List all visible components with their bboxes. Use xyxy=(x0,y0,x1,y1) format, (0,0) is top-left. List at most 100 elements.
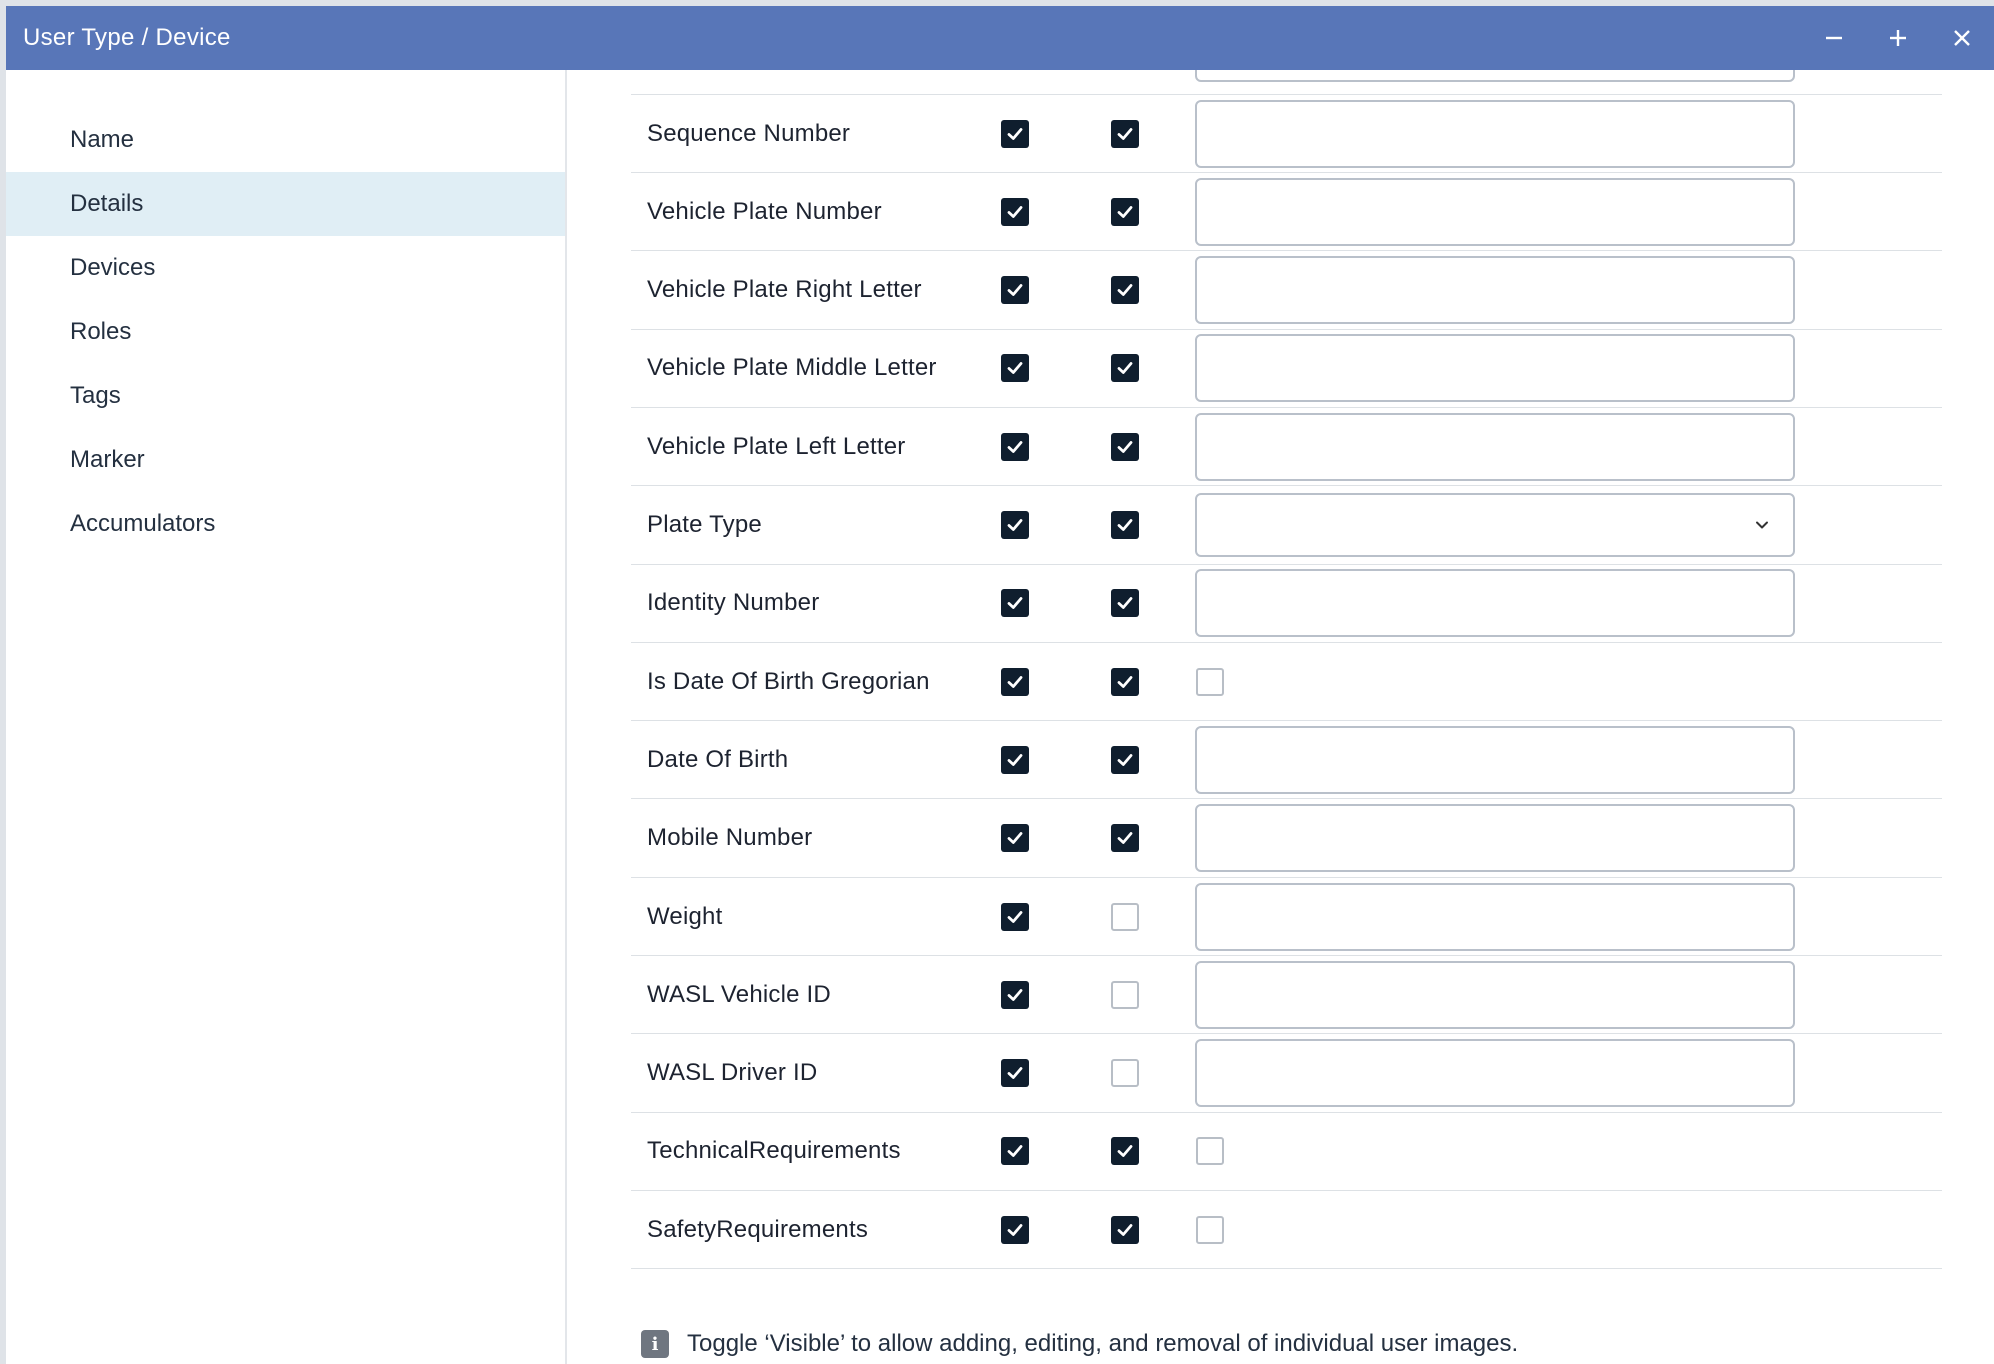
visible-checkbox[interactable] xyxy=(1001,197,1029,226)
window-controls xyxy=(1802,6,1994,70)
editable-checkbox[interactable] xyxy=(1111,824,1139,853)
text-input[interactable] xyxy=(1195,412,1795,481)
field-label: Weight xyxy=(647,902,723,930)
field-label: Sequence Number xyxy=(647,119,851,147)
close-icon xyxy=(1954,30,1970,46)
editable-checkbox[interactable] xyxy=(1111,432,1139,461)
visible-checkbox[interactable] xyxy=(1001,119,1029,148)
sidebar-item-name[interactable]: Name xyxy=(6,108,565,172)
close-button[interactable] xyxy=(1930,6,1994,70)
sidebar-item-roles[interactable]: Roles xyxy=(6,300,565,364)
text-input[interactable] xyxy=(1195,256,1795,325)
minus-icon xyxy=(1826,36,1842,40)
sidebar-item-label: Tags xyxy=(70,382,121,409)
visible-checkbox[interactable] xyxy=(1001,902,1029,931)
field-label: Identity Number xyxy=(647,589,820,617)
editable-checkbox[interactable] xyxy=(1111,511,1139,539)
text-input[interactable] xyxy=(1195,99,1795,168)
text-input[interactable] xyxy=(1195,725,1795,794)
visible-checkbox[interactable] xyxy=(1001,1215,1029,1244)
sidebar-item-label: Name xyxy=(70,126,135,153)
text-input[interactable] xyxy=(1195,882,1795,951)
table-row: Vehicle Plate Number xyxy=(631,173,1942,252)
visible-checkbox[interactable] xyxy=(1001,824,1029,853)
sidebar-item-label: Accumulators xyxy=(70,510,216,537)
field-label: Date Of Birth xyxy=(647,745,789,773)
sidebar-item-details[interactable]: Details xyxy=(6,172,565,236)
text-input[interactable] xyxy=(1195,334,1795,403)
editable-checkbox[interactable] xyxy=(1111,197,1139,226)
table-row: Mobile Number xyxy=(631,800,1942,878)
table-row: Vehicle Plate Middle Letter xyxy=(631,330,1942,408)
sidebar-item-accumulators[interactable]: Accumulators xyxy=(6,492,565,556)
field-label: WASL Vehicle ID xyxy=(647,980,831,1008)
table-row: WASL Driver ID xyxy=(631,1035,1942,1113)
visible-checkbox[interactable] xyxy=(1001,980,1029,1009)
table-row: Vehicle Plate Right Letter xyxy=(631,252,1942,330)
sidebar-item-label: Roles xyxy=(70,318,132,345)
minimize-button[interactable] xyxy=(1802,6,1866,70)
partial-input-field[interactable] xyxy=(1195,70,1795,82)
text-input[interactable] xyxy=(1195,960,1795,1029)
editable-checkbox[interactable] xyxy=(1111,1215,1139,1244)
editable-checkbox[interactable] xyxy=(1111,745,1139,774)
field-label: Vehicle Plate Number xyxy=(647,197,882,225)
value-checkbox[interactable] xyxy=(1196,667,1224,696)
sidebar-nav: Name Details Devices Roles Tags Marker Accumul… xyxy=(6,70,567,1364)
window-title: User Type / Device xyxy=(23,24,231,51)
sidebar-item-marker[interactable]: Marker xyxy=(6,428,565,492)
text-input[interactable] xyxy=(1195,177,1795,246)
sidebar-nav-list: Name Details Devices Roles Tags Marker Accumul… xyxy=(6,70,565,556)
editable-checkbox[interactable] xyxy=(1111,1137,1139,1166)
visible-checkbox[interactable] xyxy=(1001,276,1029,305)
field-label: TechnicalRequirements xyxy=(647,1137,901,1165)
sidebar-item-tags[interactable]: Tags xyxy=(6,364,565,428)
user-type-device-dialog: User Type / Device Name Details Devices Rol… xyxy=(6,6,1994,1364)
value-checkbox[interactable] xyxy=(1196,1137,1224,1166)
visible-checkbox[interactable] xyxy=(1001,667,1029,696)
editable-checkbox[interactable] xyxy=(1111,354,1139,383)
field-label: Mobile Number xyxy=(647,824,813,852)
visible-checkbox[interactable] xyxy=(1001,432,1029,461)
table-row: Sequence Number xyxy=(631,95,1942,173)
field-label: Is Date Of Birth Gregorian xyxy=(647,667,930,695)
editable-checkbox[interactable] xyxy=(1111,667,1139,696)
editable-checkbox[interactable] xyxy=(1111,276,1139,305)
chevron-down-icon xyxy=(1756,521,1768,529)
editable-checkbox[interactable] xyxy=(1111,980,1139,1009)
editable-checkbox[interactable] xyxy=(1111,589,1139,618)
table-row: SafetyRequirements xyxy=(631,1191,1942,1270)
text-input[interactable] xyxy=(1195,804,1795,873)
value-checkbox[interactable] xyxy=(1196,1215,1224,1244)
sidebar-item-label: Marker xyxy=(70,446,145,473)
details-panel: Sequence Number Vehicle Plate Number Vehic… xyxy=(569,70,1994,1364)
plus-icon xyxy=(1890,30,1906,46)
info-icon: i xyxy=(641,1330,669,1358)
editable-checkbox[interactable] xyxy=(1111,902,1139,931)
table-row: WASL Vehicle ID xyxy=(631,956,1942,1035)
field-label: Plate Type xyxy=(647,511,762,538)
field-label: Vehicle Plate Right Letter xyxy=(647,276,922,304)
table-row: TechnicalRequirements xyxy=(631,1113,1942,1191)
editable-checkbox[interactable] xyxy=(1111,119,1139,148)
table-row: Plate Type xyxy=(631,487,1942,565)
visible-checkbox[interactable] xyxy=(1001,1059,1029,1088)
sidebar-item-label: Devices xyxy=(70,254,156,281)
visible-checkbox[interactable] xyxy=(1001,1137,1029,1166)
visible-checkbox[interactable] xyxy=(1001,354,1029,383)
sidebar-item-label: Details xyxy=(70,190,144,217)
visible-checkbox[interactable] xyxy=(1001,745,1029,774)
editable-checkbox[interactable] xyxy=(1111,1059,1139,1088)
field-label: WASL Driver ID xyxy=(647,1059,818,1087)
text-input[interactable] xyxy=(1195,569,1795,638)
sidebar-item-devices[interactable]: Devices xyxy=(6,236,565,300)
select-field[interactable] xyxy=(1195,493,1795,557)
title-bar[interactable]: User Type / Device xyxy=(6,6,1994,70)
field-label: Vehicle Plate Left Letter xyxy=(647,432,906,460)
visible-checkbox[interactable] xyxy=(1001,589,1029,618)
field-label: SafetyRequirements xyxy=(647,1215,869,1243)
text-input[interactable] xyxy=(1195,1039,1795,1108)
visible-checkbox[interactable] xyxy=(1001,511,1029,539)
table-row: Identity Number xyxy=(631,565,1942,643)
maximize-button[interactable] xyxy=(1866,6,1930,70)
